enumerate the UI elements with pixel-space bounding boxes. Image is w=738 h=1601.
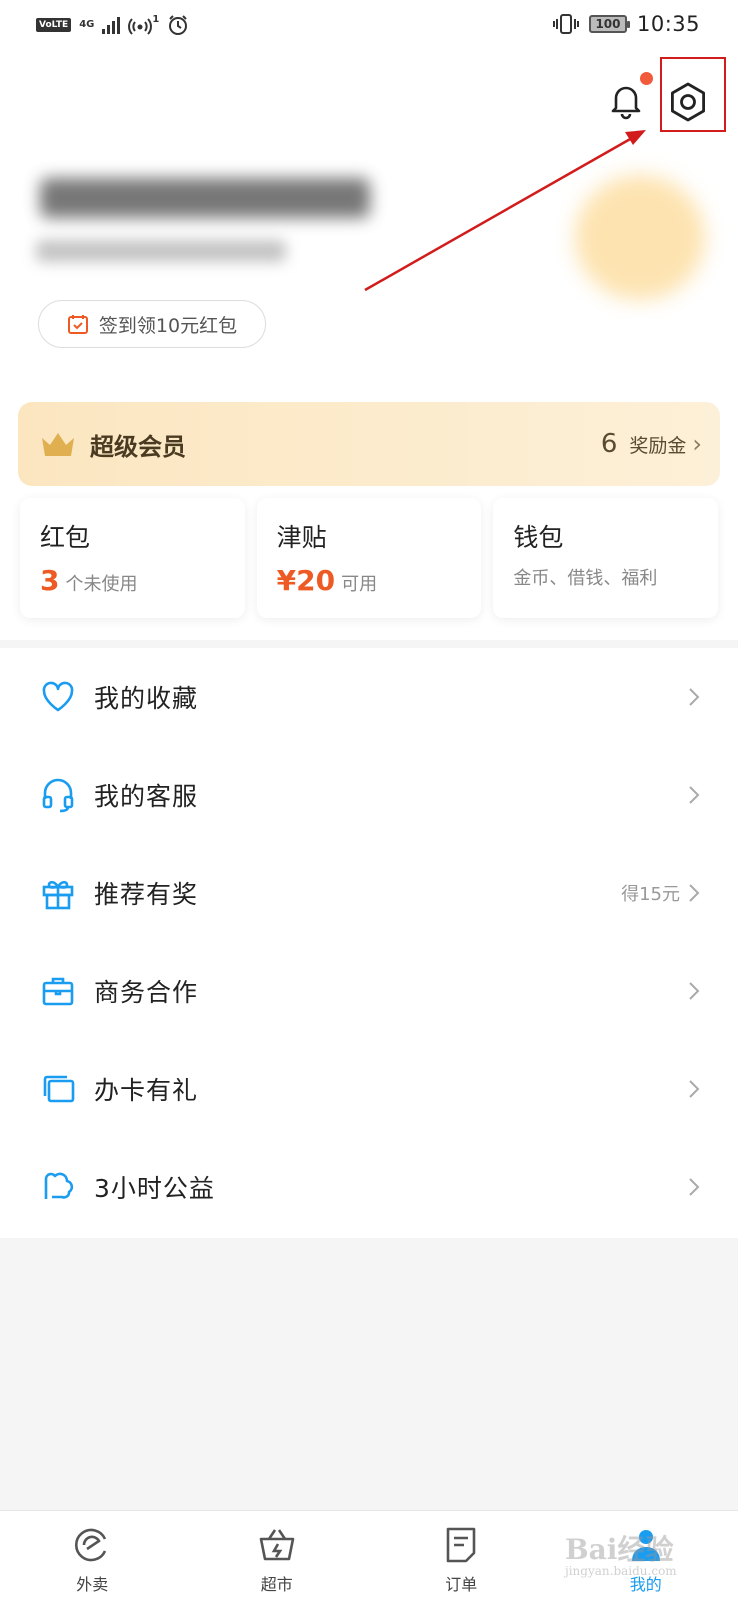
card-value: ¥20	[277, 564, 335, 597]
tab-takeout[interactable]: 外卖	[0, 1511, 185, 1601]
vip-title: 超级会员	[90, 427, 601, 462]
card-icon	[40, 1071, 76, 1107]
username-blurred	[40, 178, 370, 218]
network-type: 4G	[79, 20, 94, 30]
basket-icon	[257, 1525, 297, 1565]
crown-icon	[40, 430, 76, 458]
vip-reward-count: 6	[601, 429, 618, 459]
alarm-icon	[167, 14, 189, 36]
checkin-button[interactable]: 签到领10元红包	[38, 300, 266, 348]
status-time: 10:35	[637, 12, 700, 36]
vip-reward-label: 奖励金	[629, 431, 686, 458]
chevron-right-icon	[688, 687, 700, 707]
menu-label: 我的收藏	[94, 679, 688, 715]
cloud-icon	[40, 1169, 76, 1205]
chevron-right-icon: ›	[692, 430, 702, 458]
tab-label: 超市	[261, 1571, 293, 1595]
card-redpacket[interactable]: 红包 3个未使用	[20, 498, 245, 618]
menu-label: 推荐有奖	[94, 875, 621, 911]
card-sub: 金币、借钱、福利	[513, 564, 657, 590]
chevron-right-icon	[688, 785, 700, 805]
avatar[interactable]	[575, 175, 705, 300]
tab-supermarket[interactable]: 超市	[185, 1511, 370, 1601]
gift-icon	[40, 875, 76, 911]
user-info-blurred	[36, 240, 286, 262]
tab-label: 外卖	[76, 1571, 108, 1595]
hotspot-icon	[128, 15, 152, 35]
menu-label: 商务合作	[94, 973, 688, 1009]
chevron-right-icon	[688, 1177, 700, 1197]
order-icon	[441, 1525, 481, 1565]
menu-list: 我的收藏 我的客服 推荐有奖 得15元 商务合作 办卡有礼 3小时公益	[0, 648, 738, 1238]
card-wallet[interactable]: 钱包 金币、借钱、福利	[493, 498, 718, 618]
vibrate-icon	[553, 13, 579, 35]
volte-indicator: VoLTE	[36, 18, 71, 32]
card-title: 红包	[40, 518, 225, 554]
card-sub: 可用	[341, 570, 377, 596]
asset-cards: 红包 3个未使用 津贴 ¥20可用 钱包 金币、借钱、福利	[20, 498, 718, 618]
notification-badge	[640, 72, 653, 85]
takeout-icon	[72, 1525, 112, 1565]
menu-item-card-offer[interactable]: 办卡有礼	[0, 1040, 738, 1138]
menu-item-business[interactable]: 商务合作	[0, 942, 738, 1040]
calendar-check-icon	[67, 313, 89, 335]
menu-label: 我的客服	[94, 777, 688, 813]
card-title: 钱包	[513, 518, 698, 554]
menu-label: 3小时公益	[94, 1169, 688, 1205]
checkin-label: 签到领10元红包	[99, 311, 237, 338]
menu-item-charity[interactable]: 3小时公益	[0, 1138, 738, 1236]
menu-label: 办卡有礼	[94, 1071, 688, 1107]
card-value: 3	[40, 564, 59, 597]
watermark-sub: jingyan.baidu.com	[565, 1564, 677, 1578]
super-vip-banner[interactable]: 超级会员 6 奖励金 ›	[18, 402, 720, 486]
heart-icon	[40, 679, 76, 715]
tab-label: 订单	[445, 1571, 477, 1595]
battery-icon: 100	[589, 15, 627, 33]
settings-highlight-box	[660, 57, 726, 132]
menu-item-referral[interactable]: 推荐有奖 得15元	[0, 844, 738, 942]
tab-orders[interactable]: 订单	[369, 1511, 554, 1601]
menu-item-favorites[interactable]: 我的收藏	[0, 648, 738, 746]
hotspot-count: 1	[152, 15, 159, 25]
headset-icon	[40, 777, 76, 813]
status-bar: VoLTE 4G 1 100 10:35	[0, 0, 738, 52]
card-sub: 个未使用	[65, 570, 137, 596]
menu-extra: 得15元	[621, 880, 680, 906]
chevron-right-icon	[688, 981, 700, 1001]
card-allowance[interactable]: 津贴 ¥20可用	[257, 498, 482, 618]
chevron-right-icon	[688, 883, 700, 903]
card-title: 津贴	[277, 518, 462, 554]
bell-icon[interactable]	[606, 80, 646, 120]
briefcase-icon	[40, 973, 76, 1009]
menu-item-customer-service[interactable]: 我的客服	[0, 746, 738, 844]
watermark: Bai经验jingyan.baidu.com	[565, 1528, 677, 1578]
watermark-main: Bai经验	[565, 1533, 673, 1566]
signal-icon	[102, 16, 120, 34]
chevron-right-icon	[688, 1079, 700, 1099]
